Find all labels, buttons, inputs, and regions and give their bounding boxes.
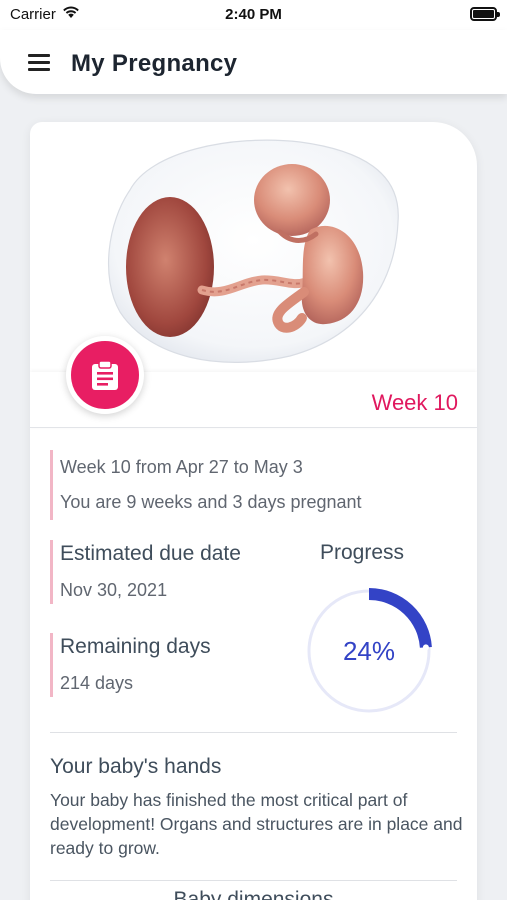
week-label: Week 10 [371,390,458,415]
progress-title: Progress [320,541,405,564]
week-details-button[interactable] [66,336,144,414]
clipboard-icon [92,360,118,390]
pregnant-duration-text: You are 9 weeks and 3 days pregnant [60,492,362,512]
clock: 2:40 PM [225,6,282,23]
due-date-value: Nov 30, 2021 [60,580,168,600]
remaining-days-block: Remaining days 214 days [50,633,211,697]
week-range-text: Week 10 from Apr 27 to May 3 [60,457,303,477]
status-bar: Carrier 2:40 PM [0,0,507,30]
section-title: Your baby's hands [50,755,222,778]
remaining-days-label: Remaining days [60,635,211,658]
progress-percent: 24% [342,635,396,666]
page-title: My Pregnancy [71,50,238,77]
section-divider-2 [50,880,457,881]
hamburger-menu-icon[interactable] [25,52,53,72]
section-body: Your baby has finished the most critical… [50,790,463,858]
due-date-label: Estimated due date [60,542,241,565]
pregnancy-week-card: Week 10 Week 10 from Apr 27 to May 3 You… [30,122,477,900]
next-section-title: Baby dimensions [173,888,334,900]
remaining-days-value: 214 days [60,673,134,693]
app-bar: My Pregnancy [0,30,507,94]
week-info-block: Week 10 from Apr 27 to May 3 You are 9 w… [50,450,362,520]
battery-icon [470,7,500,21]
due-date-block: Estimated due date Nov 30, 2021 [50,540,241,604]
section-divider [50,732,457,733]
